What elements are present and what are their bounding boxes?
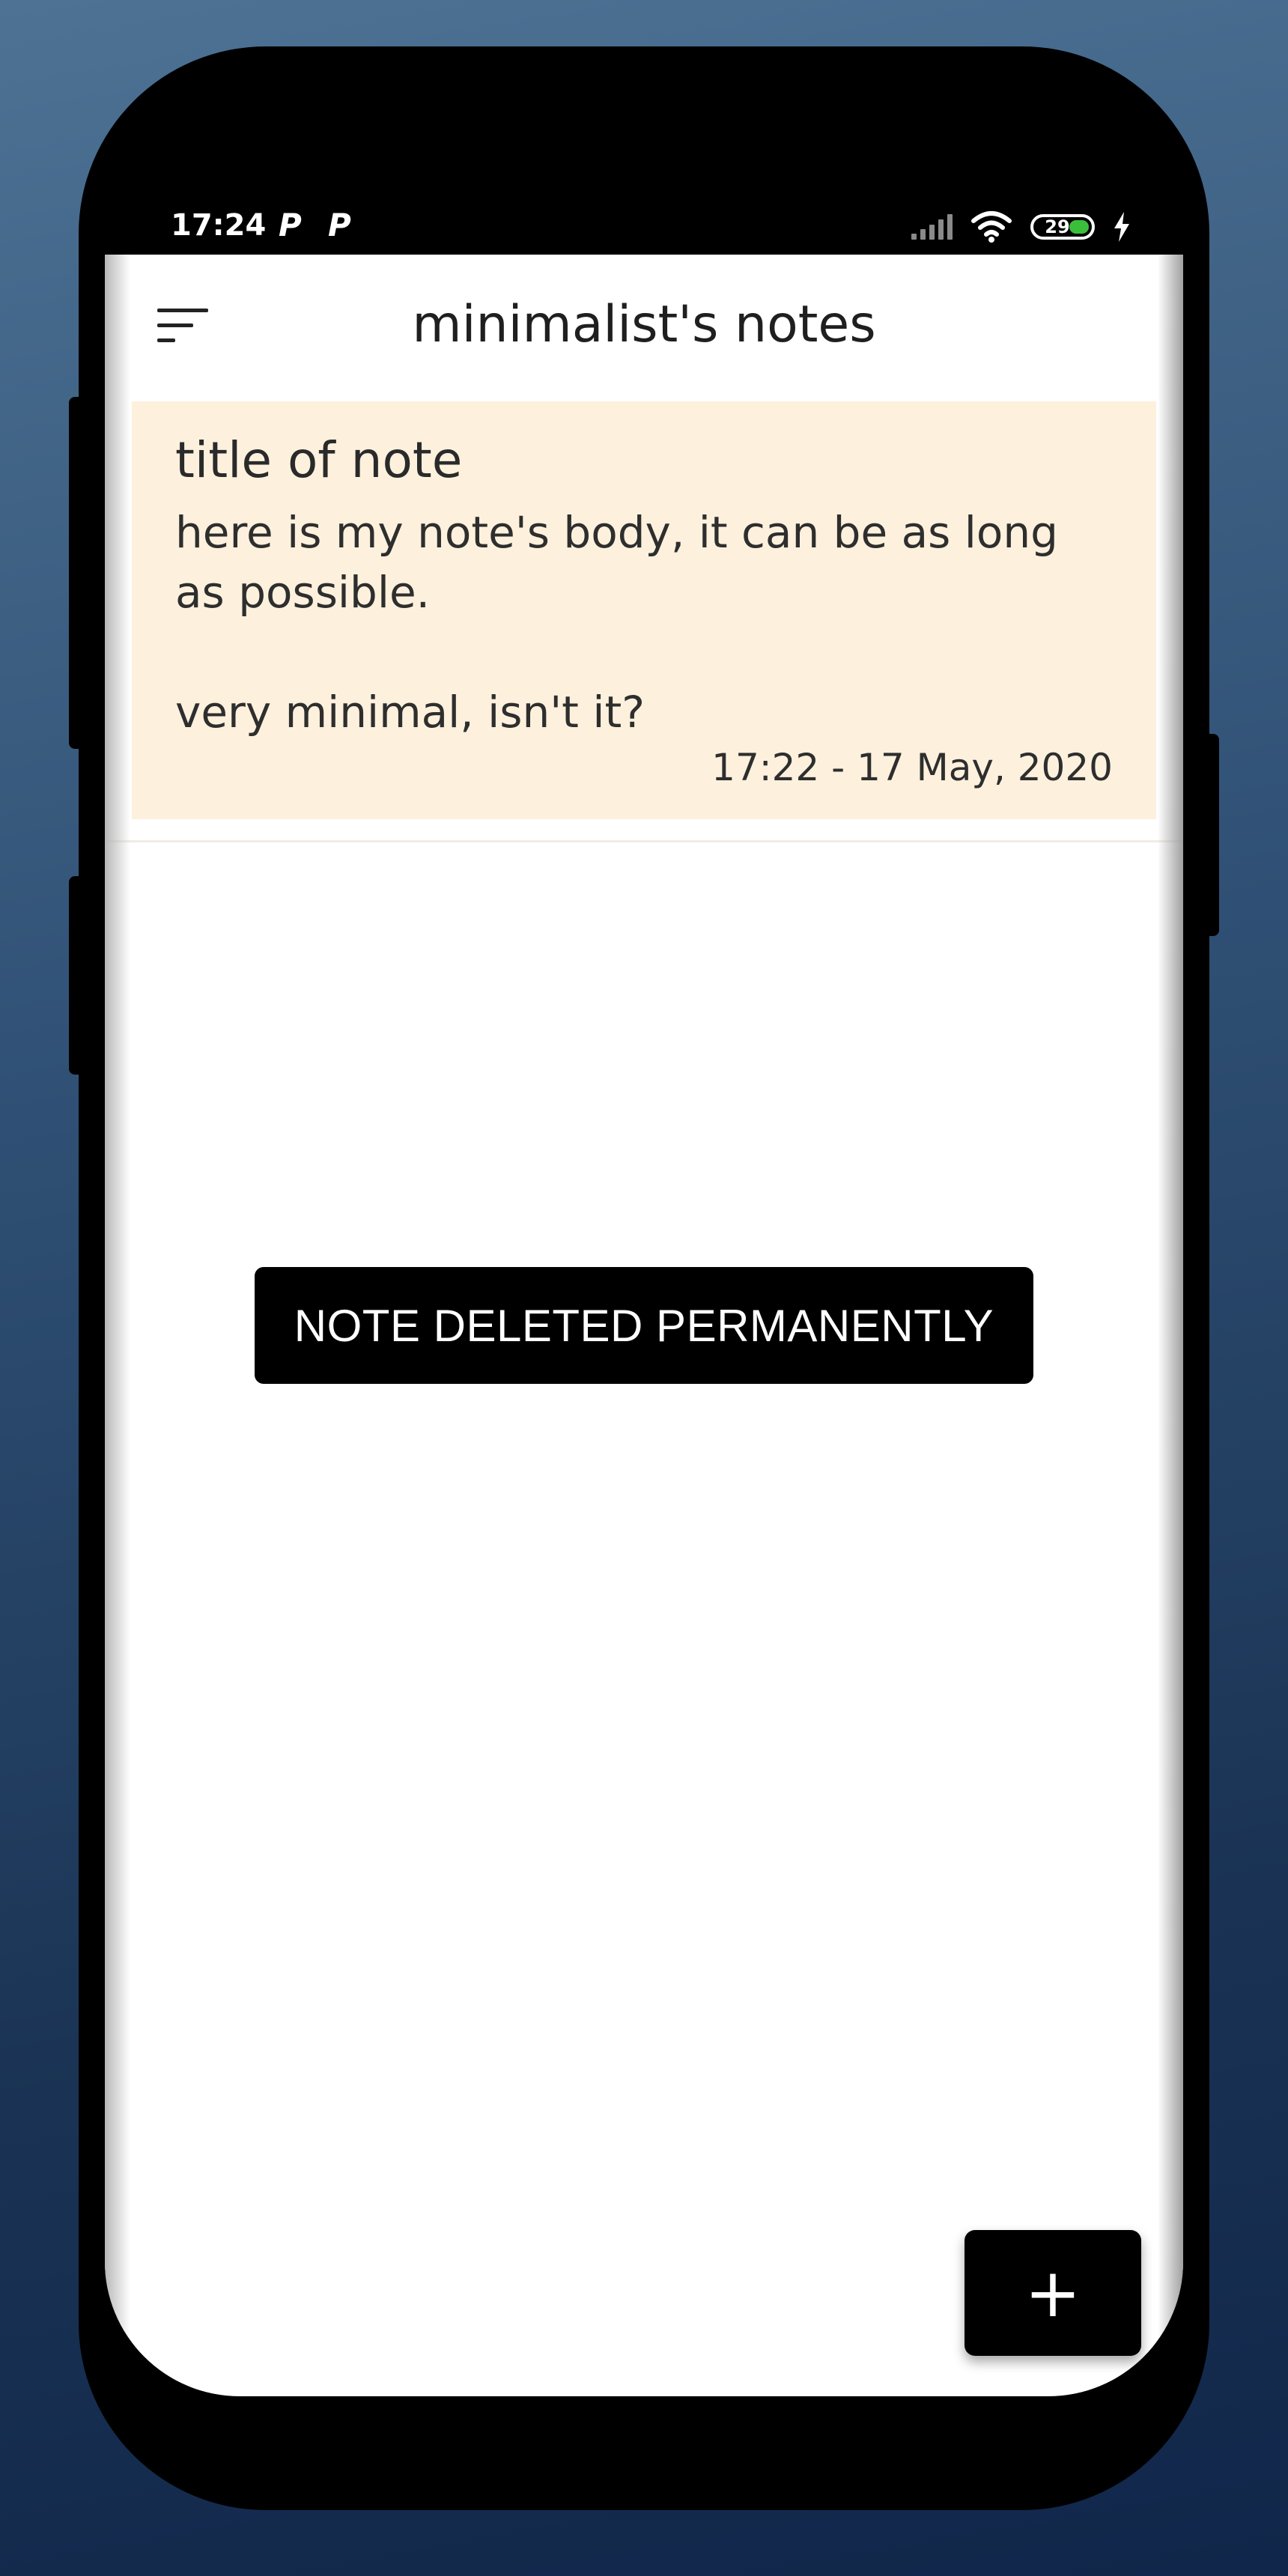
notification-p-icon: P (328, 207, 351, 243)
list-divider (105, 840, 1183, 842)
note-title: title of note (175, 431, 463, 489)
status-icons: 29 (911, 208, 1131, 246)
phone-side-button (69, 397, 85, 749)
add-note-button[interactable]: + (965, 2230, 1141, 2356)
phone-side-button (1203, 734, 1219, 936)
note-date: 17:22 - 17 May, 2020 (711, 746, 1113, 789)
cellular-signal-icon (911, 214, 953, 240)
battery-icon: 29 (1030, 214, 1095, 240)
charging-bolt-icon (1114, 212, 1129, 242)
plus-icon: + (1024, 2253, 1081, 2333)
app-screen: minimalist's notes title of note here is… (105, 255, 1183, 2396)
status-time: 17:24 (171, 208, 267, 243)
toast-message: NOTE DELETED PERMANENTLY (255, 1267, 1033, 1384)
notification-p-icon: P (279, 207, 302, 243)
battery-level: 29 (1045, 216, 1070, 237)
note-body: here is my note's body, it can be as lon… (175, 506, 1058, 738)
app-title: minimalist's notes (412, 295, 876, 354)
phone-side-button (69, 876, 85, 1075)
app-bar: minimalist's notes (105, 255, 1183, 401)
wifi-icon (971, 211, 1012, 243)
note-card[interactable]: title of note here is my note's body, it… (132, 401, 1156, 819)
status-bar: 17:24 P P 29 (105, 201, 1183, 253)
